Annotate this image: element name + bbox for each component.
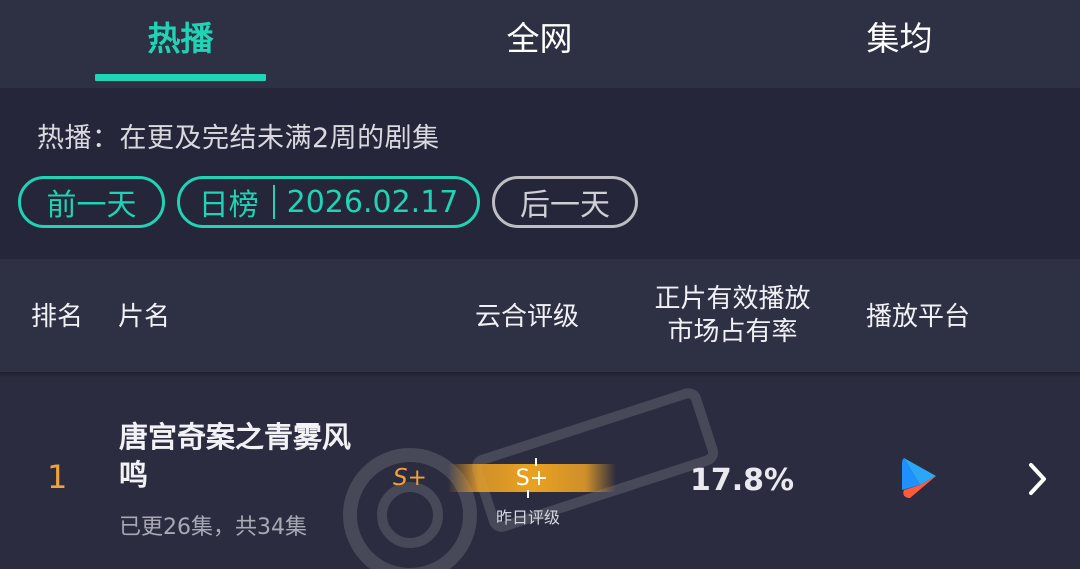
header-title: 片名 (118, 302, 171, 332)
header-market-share-line1: 正片有效播放 (654, 284, 811, 314)
episode-count: 已更26集，共34集 (119, 515, 307, 540)
header-platform: 播放平台 (866, 302, 971, 332)
header-grade: 云合评级 (475, 302, 580, 332)
drama-title[interactable]: 唐宫奇案之青雾风鸣 (119, 418, 369, 494)
yesterday-grade-bar: S+ (448, 464, 616, 492)
grade-tick-top (535, 458, 537, 466)
next-day-label: 后一天 (520, 188, 610, 223)
market-share-value: 17.8% (690, 463, 795, 498)
divider (272, 185, 275, 219)
category-description: 热播：在更及完结未满2周的剧集 (37, 123, 440, 154)
current-grade: S+ (393, 465, 427, 491)
prev-day-label: 前一天 (46, 188, 137, 223)
tab-per-episode[interactable]: 集均 (814, 0, 985, 88)
header-market-share-line2: 市场占有率 (667, 316, 798, 347)
date-selector-button[interactable]: 日榜 2026.02.17 (177, 176, 480, 228)
date-label: 2026.02.17 (286, 184, 459, 220)
header-market-share: 正片有效播放 市场占有率 (640, 283, 825, 348)
active-tab-indicator (95, 74, 266, 81)
header-rank: 排名 (31, 302, 84, 332)
next-day-button[interactable]: 后一天 (492, 176, 638, 228)
grade-tick-bottom (527, 490, 529, 498)
chevron-right-icon[interactable] (1027, 462, 1049, 496)
tab-all-network[interactable]: 全网 (454, 0, 625, 88)
filter-panel (0, 88, 1080, 259)
table-header: 排名 片名 云合评级 正片有效播放 市场占有率 播放平台 (0, 259, 1080, 374)
prev-day-button[interactable]: 前一天 (18, 176, 165, 228)
yesterday-grade-caption: 昨日评级 (496, 508, 561, 527)
board-type-label: 日榜 (198, 188, 259, 223)
rank-number: 1 (47, 458, 68, 496)
tab-bar: 热播 全网 集均 (0, 0, 1080, 88)
youku-play-icon[interactable] (900, 456, 940, 500)
yesterday-grade: S+ (515, 465, 549, 491)
